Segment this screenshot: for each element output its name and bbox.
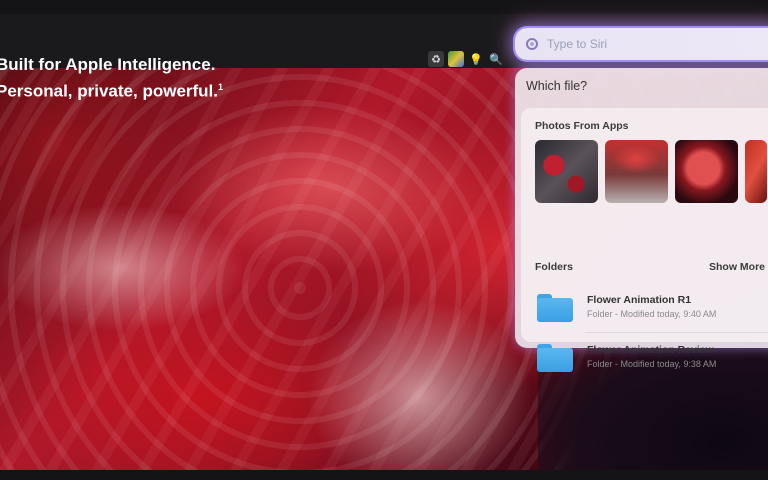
photos-section-label: Photos From Apps	[535, 120, 629, 132]
folder-icon	[537, 344, 573, 372]
magnifier-icon[interactable]: 🔍	[488, 51, 504, 67]
folder-name: Flower Animation R1	[587, 294, 692, 306]
photo-thumbnail[interactable]	[745, 140, 767, 203]
folder-icon	[537, 294, 573, 322]
divider	[585, 332, 768, 333]
folder-meta: Folder - Modified today, 9:40 AM	[587, 309, 717, 319]
folder-meta: Folder - Modified today, 9:38 AM	[587, 359, 717, 369]
photo-thumbnail[interactable]	[535, 140, 598, 203]
headline-line-2: Personal, private, powerful.1	[0, 76, 223, 103]
siri-icon	[526, 38, 538, 50]
headline-line-1: Built for Apple Intelligence.	[0, 55, 216, 74]
photo-thumbnail[interactable]	[605, 140, 668, 203]
folders-section-label: Folders	[535, 261, 573, 273]
headline: Built for Apple Intelligence. Personal, …	[0, 54, 223, 103]
footnote-marker[interactable]: 1	[218, 82, 223, 92]
recycle-icon[interactable]: ♻	[428, 51, 444, 67]
lightbulb-icon[interactable]: 💡	[468, 51, 484, 67]
show-more-button[interactable]: Show More	[709, 261, 765, 273]
headline-line-2-text: Personal, private, powerful.	[0, 81, 219, 101]
folder-result[interactable]: Flower Animation R1 Folder - Modified to…	[521, 286, 768, 330]
folder-name: Flower Animation Review	[587, 344, 714, 356]
results-prompt: Which file?	[526, 79, 588, 93]
map-icon[interactable]	[448, 51, 464, 67]
menubar-icons: ♻ 💡 🔍	[428, 51, 504, 71]
folder-result[interactable]: Flower Animation Review Folder - Modifie…	[521, 336, 768, 380]
window-top-bar	[0, 0, 768, 14]
photo-thumbnail[interactable]	[675, 140, 738, 203]
photo-thumbnails	[535, 140, 767, 203]
siri-search-bar[interactable]	[515, 28, 768, 60]
siri-input[interactable]	[547, 37, 767, 51]
results-card: Photos From Apps Folders Show More Flowe…	[521, 108, 768, 372]
siri-results-panel: Which file? Photos From Apps Folders Sho…	[515, 68, 768, 372]
window-bottom-bar	[0, 470, 768, 480]
